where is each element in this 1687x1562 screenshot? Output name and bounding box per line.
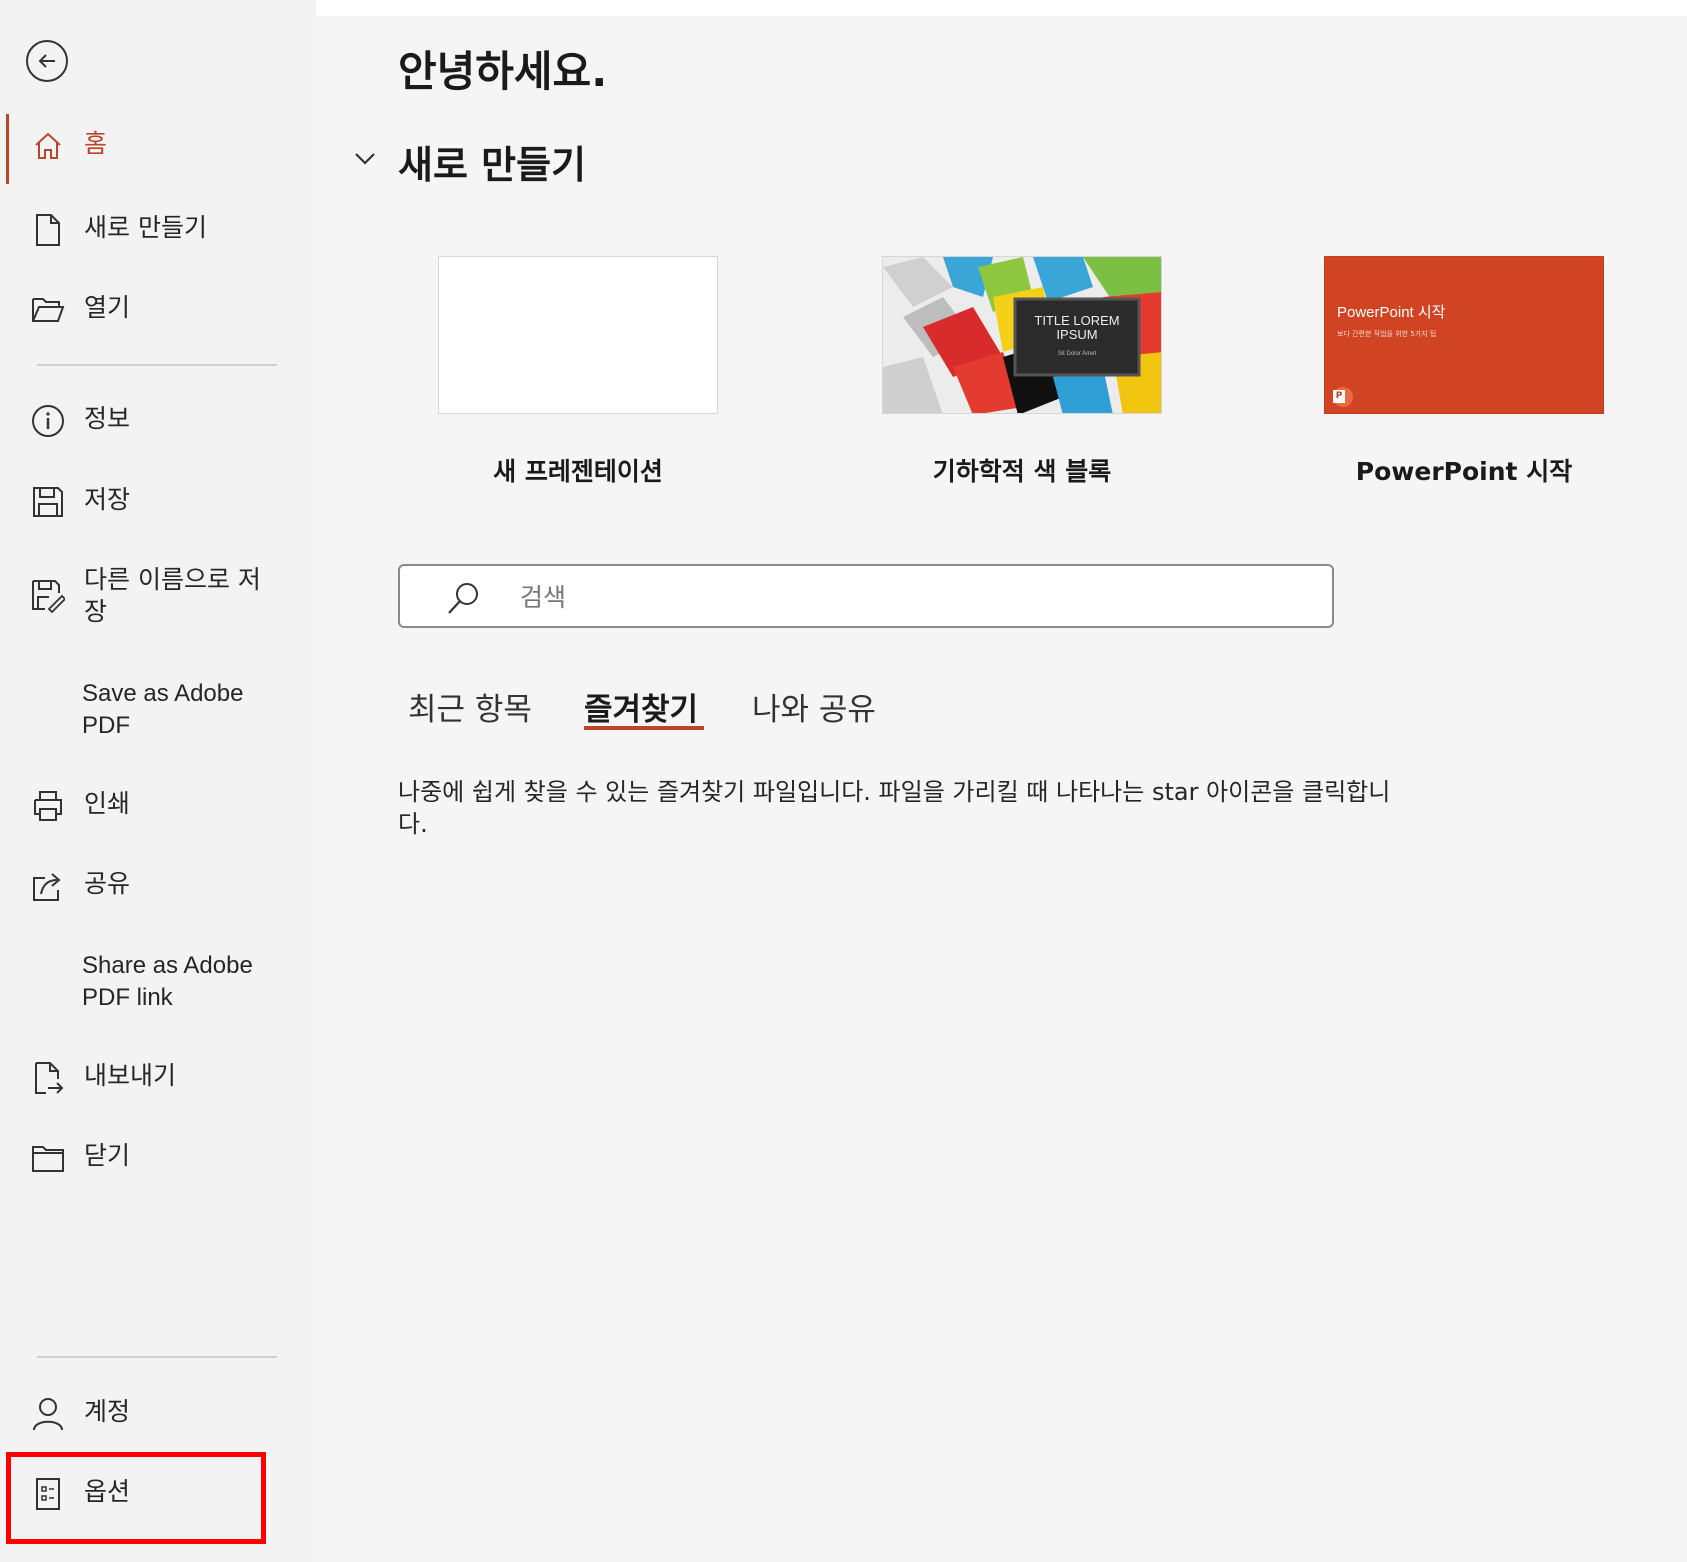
sidebar-item-label: 정보: [84, 404, 131, 433]
close-folder-icon: [30, 1140, 66, 1176]
template-geometric-color-blocks[interactable]: TITLE LOREM IPSUM Sit Dolor Amet 기하학적 색 …: [882, 256, 1162, 488]
tab-recent[interactable]: 최근 항목: [408, 684, 532, 729]
template-label: 새 프레젠테이션: [493, 457, 663, 486]
sidebar-item-account[interactable]: 계정: [0, 1396, 300, 1432]
search-input[interactable]: [520, 578, 1300, 616]
template-thumbnail: TITLE LOREM IPSUM Sit Dolor Amet: [882, 256, 1162, 414]
template-label: 기하학적 색 블록: [932, 457, 1112, 486]
share-icon: [30, 868, 66, 904]
chevron-down-icon: [355, 153, 375, 165]
template-thumbnail: [438, 256, 718, 414]
search-field[interactable]: [398, 564, 1334, 628]
sidebar-item-home[interactable]: 홈: [0, 128, 300, 164]
sidebar-item-label: 다른 이름으로 저장: [84, 565, 261, 626]
geometric-blocks-image: TITLE LOREM IPSUM Sit Dolor Amet: [883, 257, 1161, 413]
sidebar-item-info[interactable]: 정보: [0, 403, 300, 439]
options-highlight-box: [6, 1452, 266, 1544]
sidebar-item-new[interactable]: 새로 만들기: [0, 212, 300, 248]
sidebar-item-label: 인쇄: [84, 789, 131, 818]
sidebar-item-export[interactable]: 내보내기: [0, 1060, 300, 1096]
sidebar-divider: [37, 364, 277, 366]
template-blank-presentation[interactable]: 새 프레젠테이션: [438, 256, 718, 488]
thumb-title-line1: TITLE LOREM: [1034, 313, 1119, 328]
thumb-title-line2: IPSUM: [1056, 327, 1097, 342]
export-icon: [30, 1060, 66, 1096]
sidebar-item-label: Save as Adobe PDF: [82, 680, 244, 739]
thumb-title: PowerPoint 시작: [1337, 304, 1446, 321]
sidebar-item-print[interactable]: 인쇄: [0, 788, 300, 824]
sidebar-item-label: Share as Adobe PDF link: [82, 952, 253, 1011]
sidebar-item-label: 공유: [84, 869, 131, 898]
page-title: 안녕하세요.: [398, 47, 608, 96]
active-tab-underline: [584, 726, 704, 730]
sidebar-item-label: 계정: [84, 1397, 131, 1426]
sidebar-divider: [37, 1356, 277, 1358]
folder-open-icon: [30, 292, 66, 328]
favorites-empty-message: 나중에 쉽게 찾을 수 있는 즐겨찾기 파일입니다. 파일을 가리킬 때 나타나…: [398, 778, 1391, 838]
thumb-subtitle: 보다 간편한 작업을 위한 5가지 팁: [1337, 330, 1437, 338]
thumb-subtitle: Sit Dolor Amet: [1058, 351, 1097, 357]
sidebar: 홈 새로 만들기 열기 정보 저장 다른 이름으로 저장 Save as Ado…: [0, 0, 316, 1562]
powerpoint-logo-icon: P: [1333, 387, 1353, 407]
printer-icon: [30, 788, 66, 824]
new-document-icon: [30, 212, 66, 248]
tab-favorites[interactable]: 즐겨찾기: [584, 684, 698, 729]
save-as-icon: [30, 578, 66, 614]
sidebar-item-label: 저장: [84, 485, 131, 514]
sidebar-item-label: 내보내기: [84, 1061, 177, 1090]
save-icon: [30, 484, 66, 520]
sidebar-item-share[interactable]: 공유: [0, 868, 300, 904]
sidebar-item-save-as-adobe-pdf[interactable]: Save as Adobe PDF: [0, 678, 300, 742]
template-thumbnail: PowerPoint 시작 보다 간편한 작업을 위한 5가지 팁 P: [1324, 256, 1604, 414]
sidebar-item-label: 홈: [84, 129, 108, 158]
main-content: 안녕하세요. 새로 만들기 새 프레젠테이션 TITLE LOREM IPSUM…: [316, 16, 1687, 1562]
back-arrow-icon: [38, 54, 55, 68]
home-icon: [30, 128, 66, 164]
collapse-section-button[interactable]: [352, 146, 378, 172]
template-label: PowerPoint 시작: [1355, 457, 1573, 486]
sidebar-item-label: 닫기: [84, 1141, 131, 1170]
back-button[interactable]: [26, 40, 68, 82]
new-section-title: 새로 만들기: [398, 143, 587, 187]
sidebar-item-share-adobe-pdf-link[interactable]: Share as Adobe PDF link: [0, 950, 300, 1014]
template-powerpoint-start[interactable]: PowerPoint 시작 보다 간편한 작업을 위한 5가지 팁 P Powe…: [1324, 256, 1604, 488]
tab-shared-with-me[interactable]: 나와 공유: [752, 684, 876, 729]
sidebar-item-save[interactable]: 저장: [0, 484, 300, 520]
sidebar-item-open[interactable]: 열기: [0, 292, 300, 328]
account-icon: [30, 1396, 66, 1432]
sidebar-item-label: 열기: [84, 293, 131, 322]
sidebar-item-save-as[interactable]: 다른 이름으로 저장: [0, 564, 300, 628]
search-icon: [448, 583, 478, 614]
info-icon: [30, 403, 66, 439]
sidebar-item-label: 새로 만들기: [84, 213, 207, 242]
sidebar-item-close[interactable]: 닫기: [0, 1140, 300, 1176]
